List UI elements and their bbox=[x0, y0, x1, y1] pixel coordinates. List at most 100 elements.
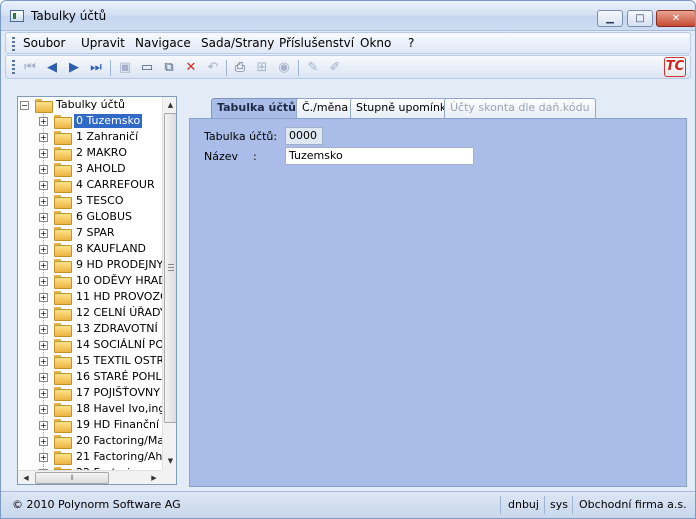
maximize-button[interactable]: □ bbox=[627, 10, 653, 27]
tree-item[interactable]: +15 TEXTIL OSTR bbox=[18, 353, 162, 369]
tree-item-label[interactable]: 9 HD PRODEJNY bbox=[74, 258, 162, 272]
expand-node-button[interactable]: + bbox=[39, 133, 48, 142]
expand-node-button[interactable]: + bbox=[39, 165, 48, 174]
tree-item[interactable]: +12 CELNÍ ÚŘADY bbox=[18, 305, 162, 321]
tree-item-label[interactable]: 7 SPAR bbox=[74, 226, 117, 240]
undo-icon[interactable]: ↶ bbox=[205, 60, 221, 76]
vertical-scroll-thumb[interactable] bbox=[164, 113, 176, 423]
edit-alt-icon[interactable]: ✐ bbox=[327, 60, 343, 76]
menu-prislusenstvi[interactable]: Příslušenství bbox=[279, 36, 354, 50]
tree-item[interactable]: +17 POJIŠŤOVNY bbox=[18, 385, 162, 401]
tree-structure-icon[interactable]: ⊞ bbox=[254, 60, 270, 76]
expand-node-button[interactable]: + bbox=[39, 325, 48, 334]
tree-item[interactable]: +18 Havel Ivo,ing. bbox=[18, 401, 162, 417]
tree-item-label[interactable]: 1 Zahraničí bbox=[74, 130, 140, 144]
tree-item-label[interactable]: 18 Havel Ivo,ing. bbox=[74, 402, 162, 416]
menu-sada-strany[interactable]: Sada/Strany bbox=[201, 36, 274, 50]
tree-item[interactable]: +1 Zahraničí bbox=[18, 129, 162, 145]
menu-upravit[interactable]: Upravit bbox=[81, 36, 125, 50]
expand-node-button[interactable]: + bbox=[39, 181, 48, 190]
tab-tabulka-uctu[interactable]: Tabulka účtů bbox=[211, 98, 302, 119]
next-record-icon[interactable]: ▶ bbox=[66, 60, 82, 76]
tree-item[interactable]: +16 STARÉ POHLI bbox=[18, 369, 162, 385]
new-record-icon[interactable]: ▭ bbox=[139, 60, 155, 76]
expand-node-button[interactable]: + bbox=[39, 389, 48, 398]
menu-navigace[interactable]: Navigace bbox=[135, 36, 191, 50]
tree-item[interactable]: +21 Factoring/Ahol bbox=[18, 449, 162, 465]
tree-item[interactable]: +0 Tuzemsko bbox=[18, 113, 162, 129]
tree-item[interactable]: +8 KAUFLAND bbox=[18, 241, 162, 257]
tree-item-label[interactable]: 19 HD Finanční bbox=[74, 418, 161, 432]
scroll-up-icon[interactable]: ▲ bbox=[164, 98, 176, 112]
tree-item[interactable]: +13 ZDRAVOTNÍ P bbox=[18, 321, 162, 337]
expand-node-button[interactable]: + bbox=[39, 149, 48, 158]
collapse-root-button[interactable]: − bbox=[20, 101, 29, 110]
scroll-down-icon[interactable]: ▼ bbox=[164, 454, 176, 468]
expand-node-button[interactable]: + bbox=[39, 373, 48, 382]
tree-item[interactable]: +2 MAKRO bbox=[18, 145, 162, 161]
tree-item-label[interactable]: 4 CARREFOUR bbox=[74, 178, 157, 192]
tree-item-label[interactable]: 20 Factoring/Mak bbox=[74, 434, 162, 448]
tree-item[interactable]: +4 CARREFOUR bbox=[18, 177, 162, 193]
expand-node-button[interactable]: + bbox=[39, 261, 48, 270]
refresh-icon[interactable]: ◉ bbox=[276, 60, 292, 76]
tree-vertical-scrollbar[interactable]: ▲ ▼ bbox=[162, 97, 176, 470]
account-table-code-field[interactable]: 0000 bbox=[285, 127, 323, 145]
expand-node-button[interactable]: + bbox=[39, 213, 48, 222]
title-bar[interactable]: Tabulky účtů ▁ □ ✕ bbox=[1, 1, 695, 31]
print-icon[interactable]: ⎙ bbox=[232, 60, 248, 76]
expand-node-button[interactable]: + bbox=[39, 197, 48, 206]
last-record-icon[interactable]: ⏭ bbox=[88, 60, 104, 76]
minimize-button[interactable]: ▁ bbox=[597, 10, 623, 27]
tree-item[interactable]: +10 ODĚVY HRAD bbox=[18, 273, 162, 289]
tree-item-label[interactable]: 14 SOCIÁLNÍ POJ bbox=[74, 338, 162, 352]
tree-root-label[interactable]: Tabulky účtů bbox=[54, 98, 127, 112]
tab-stupne-upominky[interactable]: Stupně upomínky bbox=[350, 98, 459, 118]
tree-item[interactable]: +5 TESCO bbox=[18, 193, 162, 209]
tree-item[interactable]: +7 SPAR bbox=[18, 225, 162, 241]
tab-ucty-skonta[interactable]: Účty skonta dle daň.kódu bbox=[444, 98, 596, 118]
account-table-name-field[interactable]: Tuzemsko bbox=[285, 147, 474, 165]
scroll-left-icon[interactable]: ◀ bbox=[19, 472, 33, 484]
tree-item-label[interactable]: 3 AHOLD bbox=[74, 162, 128, 176]
menu-help[interactable]: ? bbox=[408, 36, 414, 50]
horizontal-scroll-thumb[interactable]: ⦀ bbox=[35, 472, 109, 484]
toolbar-grip-handle[interactable] bbox=[12, 60, 15, 74]
first-record-icon[interactable]: ⏮ bbox=[22, 60, 38, 76]
tree-item-label[interactable]: 17 POJIŠŤOVNY bbox=[74, 386, 162, 400]
tree-item-label[interactable]: 11 HD PROVOZO bbox=[74, 290, 162, 304]
menu-okno[interactable]: Okno bbox=[360, 36, 391, 50]
expand-node-button[interactable]: + bbox=[39, 309, 48, 318]
tree-item[interactable]: +6 GLOBUS bbox=[18, 209, 162, 225]
tree-item[interactable]: +14 SOCIÁLNÍ POJ bbox=[18, 337, 162, 353]
expand-node-button[interactable]: + bbox=[39, 229, 48, 238]
menu-grip-handle[interactable] bbox=[12, 37, 15, 51]
expand-node-button[interactable]: + bbox=[39, 405, 48, 414]
tree-item-label[interactable]: 12 CELNÍ ÚŘADY bbox=[74, 306, 162, 320]
close-button[interactable]: ✕ bbox=[656, 10, 695, 27]
tree-item[interactable]: +3 AHOLD bbox=[18, 161, 162, 177]
tree-root-row[interactable]: − Tabulky účtů bbox=[18, 97, 162, 113]
tab-cislo-mena[interactable]: Č./měna bbox=[296, 98, 355, 118]
save-icon[interactable]: ▣ bbox=[117, 60, 133, 76]
tree-horizontal-scrollbar[interactable]: ◀ ⦀ ▶ bbox=[18, 470, 162, 484]
previous-record-icon[interactable]: ◀ bbox=[44, 60, 60, 76]
copy-record-icon[interactable]: ⧉ bbox=[161, 60, 177, 76]
expand-node-button[interactable]: + bbox=[39, 277, 48, 286]
tree-item-label[interactable]: 10 ODĚVY HRAD bbox=[74, 274, 162, 288]
expand-node-button[interactable]: + bbox=[39, 453, 48, 462]
expand-node-button[interactable]: + bbox=[39, 437, 48, 446]
expand-node-button[interactable]: + bbox=[39, 293, 48, 302]
expand-node-button[interactable]: + bbox=[39, 245, 48, 254]
delete-icon[interactable]: ✕ bbox=[183, 60, 199, 76]
tree-item-label[interactable]: 2 MAKRO bbox=[74, 146, 129, 160]
tree-item-label[interactable]: 15 TEXTIL OSTR bbox=[74, 354, 162, 368]
scroll-right-icon[interactable]: ▶ bbox=[147, 472, 161, 484]
expand-node-button[interactable]: + bbox=[39, 117, 48, 126]
tree-item[interactable]: +11 HD PROVOZO bbox=[18, 289, 162, 305]
tree-item[interactable]: +9 HD PRODEJNY bbox=[18, 257, 162, 273]
expand-node-button[interactable]: + bbox=[39, 341, 48, 350]
tree-item-label[interactable]: 8 KAUFLAND bbox=[74, 242, 148, 256]
tree-item-label[interactable]: 5 TESCO bbox=[74, 194, 126, 208]
tree-item-label[interactable]: 21 Factoring/Ahol bbox=[74, 450, 162, 464]
